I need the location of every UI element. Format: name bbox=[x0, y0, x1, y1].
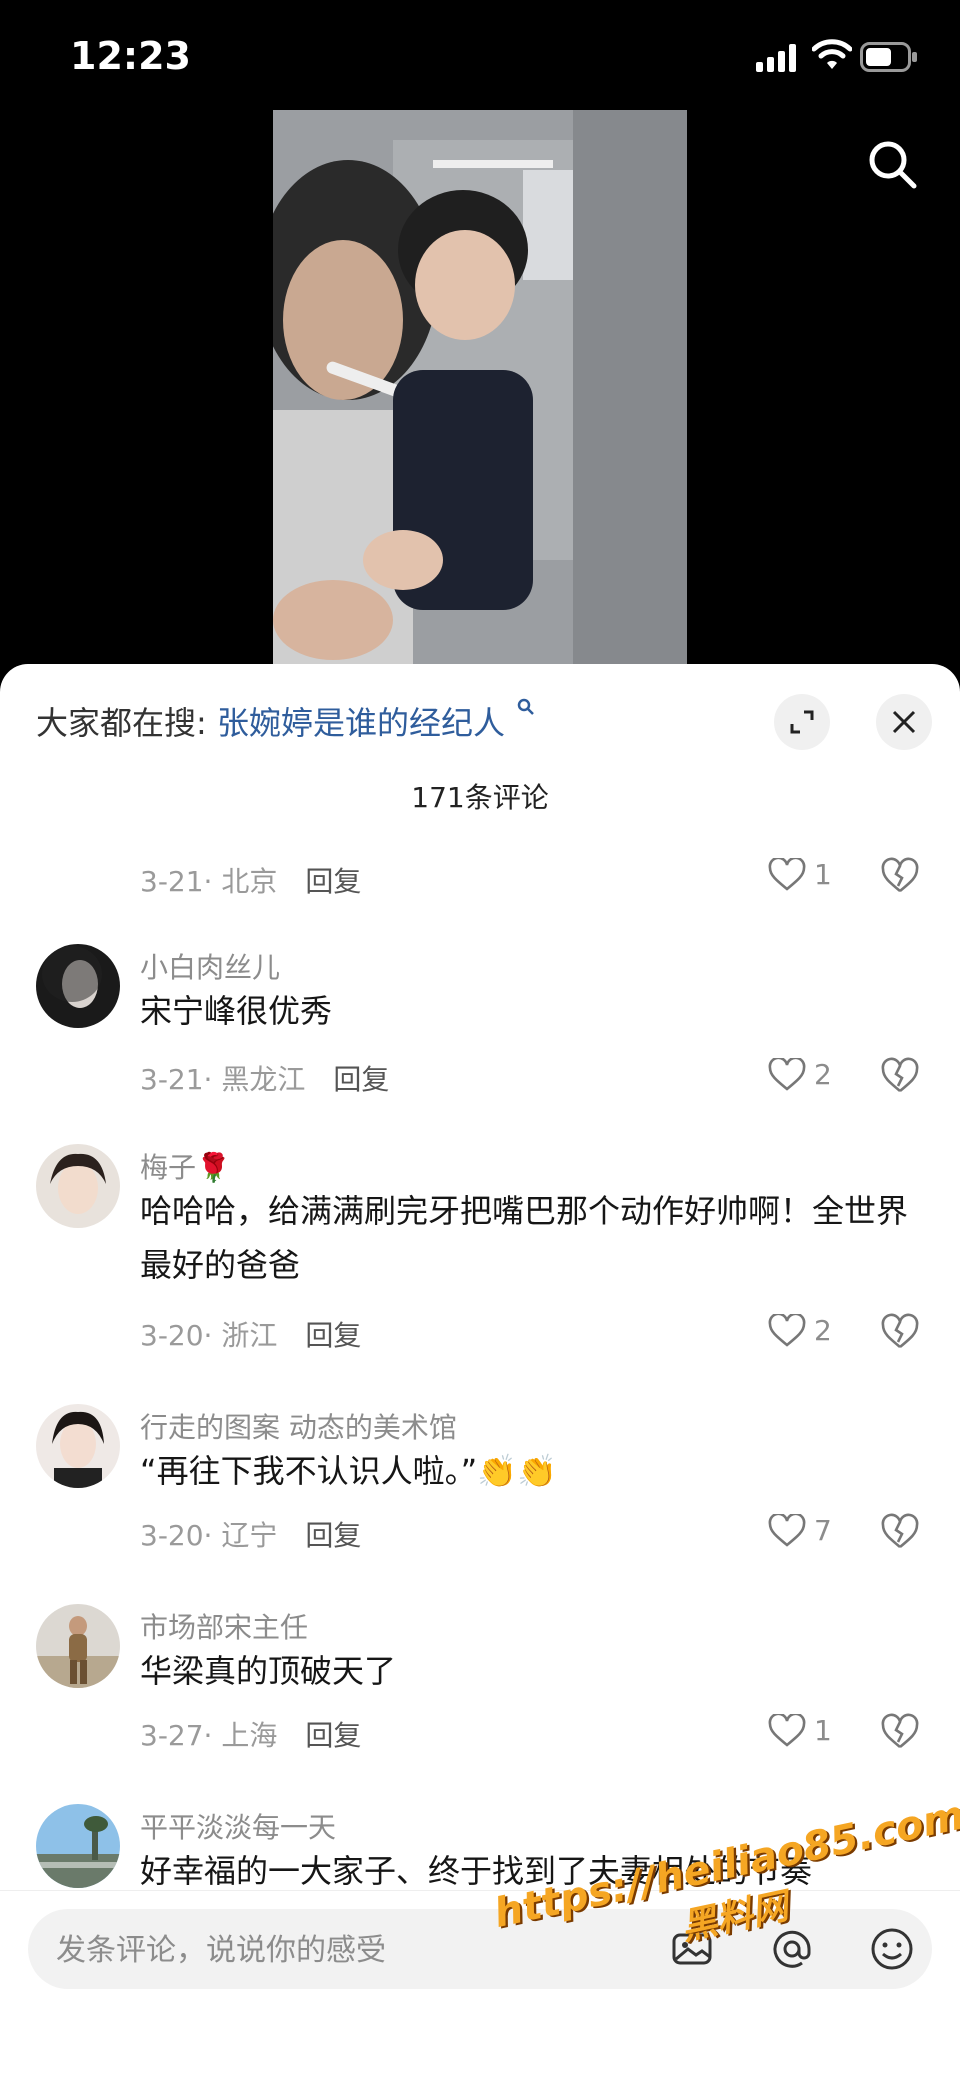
search-small-icon bbox=[517, 698, 535, 715]
avatar[interactable] bbox=[36, 944, 120, 1028]
comment-username[interactable]: 平平淡淡每一天 bbox=[140, 1806, 336, 1846]
video-player[interactable] bbox=[273, 110, 687, 670]
like-button[interactable]: 7 bbox=[768, 1512, 868, 1552]
video-frame bbox=[273, 110, 687, 670]
avatar[interactable] bbox=[36, 1144, 120, 1228]
broken-heart-icon[interactable] bbox=[880, 1712, 920, 1752]
comment-date: 3-21· 黑龙江 bbox=[140, 1063, 306, 1096]
avatar[interactable] bbox=[36, 1604, 120, 1688]
hot-search-bar[interactable]: 大家都在搜: 张婉婷是谁的经纪人 bbox=[36, 698, 535, 744]
emoji-icon[interactable] bbox=[868, 1925, 916, 1973]
comment-meta: 3-21· 北京 回复 bbox=[140, 860, 361, 900]
comment-meta: 3-20· 浙江 回复 bbox=[140, 1314, 361, 1354]
like-count: 1 bbox=[814, 1714, 832, 1747]
comment-text: 华梁真的顶破天了 bbox=[140, 1652, 397, 1690]
like-count: 2 bbox=[814, 1058, 832, 1091]
like-count: 1 bbox=[814, 858, 832, 891]
reply-button[interactable]: 回复 bbox=[333, 1063, 389, 1096]
broken-heart-icon[interactable] bbox=[880, 1056, 920, 1096]
avatar[interactable] bbox=[36, 1404, 120, 1488]
reply-button[interactable]: 回复 bbox=[305, 1519, 361, 1552]
broken-heart-icon[interactable] bbox=[880, 1512, 920, 1552]
close-icon bbox=[892, 710, 916, 734]
comment-username[interactable]: 小白肉丝儿 bbox=[140, 946, 280, 986]
heart-icon bbox=[768, 858, 806, 891]
heart-icon bbox=[768, 1314, 806, 1347]
search-icon[interactable] bbox=[866, 138, 918, 190]
comment-username[interactable]: 市场部宋主任 bbox=[140, 1606, 308, 1646]
broken-heart-icon[interactable] bbox=[880, 1312, 920, 1352]
like-button[interactable]: 2 bbox=[768, 1312, 868, 1352]
comment-meta: 3-21· 黑龙江 回复 bbox=[140, 1058, 389, 1098]
hot-search-prefix: 大家都在搜: bbox=[36, 704, 207, 742]
signal-icon bbox=[756, 44, 796, 72]
broken-heart-icon[interactable] bbox=[880, 856, 920, 896]
like-count: 7 bbox=[814, 1514, 832, 1547]
comment-date: 3-20· 浙江 bbox=[140, 1319, 278, 1352]
comment-date: 3-27· 上海 bbox=[140, 1719, 278, 1752]
at-icon[interactable] bbox=[768, 1925, 816, 1973]
expand-button[interactable] bbox=[774, 694, 830, 750]
reply-button[interactable]: 回复 bbox=[305, 1319, 361, 1352]
reply-button[interactable]: 回复 bbox=[305, 865, 361, 898]
status-bar: 12:23 bbox=[0, 0, 960, 110]
reply-button[interactable]: 回复 bbox=[305, 1719, 361, 1752]
like-button[interactable]: 1 bbox=[768, 856, 868, 896]
avatar[interactable] bbox=[36, 1804, 120, 1888]
wifi-icon bbox=[812, 39, 852, 69]
like-count: 2 bbox=[814, 1314, 832, 1347]
comment-text: 宋宁峰很优秀 bbox=[140, 992, 333, 1030]
like-button[interactable]: 2 bbox=[768, 1056, 868, 1096]
comment-date: 3-21· 北京 bbox=[140, 865, 278, 898]
expand-icon bbox=[790, 710, 814, 734]
like-button[interactable]: 1 bbox=[768, 1712, 868, 1752]
hot-search-query[interactable]: 张婉婷是谁的经纪人 bbox=[217, 704, 505, 742]
comment-text: 哈哈哈，给满满刷完牙把嘴巴那个动作好帅啊！全世界最好的爸爸 bbox=[140, 1192, 909, 1284]
status-time: 12:23 bbox=[70, 34, 191, 78]
comment-date: 3-20· 辽宁 bbox=[140, 1519, 278, 1552]
comment-username[interactable]: 梅子🌹 bbox=[140, 1146, 231, 1186]
close-button[interactable] bbox=[876, 694, 932, 750]
comments-count: 171条评论 bbox=[411, 781, 549, 814]
comment-meta: 3-20· 辽宁 回复 bbox=[140, 1514, 361, 1554]
comment-username[interactable]: 行走的图案 动态的美术馆 bbox=[140, 1406, 457, 1446]
heart-icon bbox=[768, 1514, 806, 1547]
comment-meta: 3-27· 上海 回复 bbox=[140, 1714, 361, 1754]
battery-icon bbox=[860, 42, 917, 72]
comment-text: “再往下我不认识人啦。”👏👏 bbox=[140, 1452, 557, 1490]
heart-icon bbox=[768, 1058, 806, 1091]
heart-icon bbox=[768, 1714, 806, 1747]
